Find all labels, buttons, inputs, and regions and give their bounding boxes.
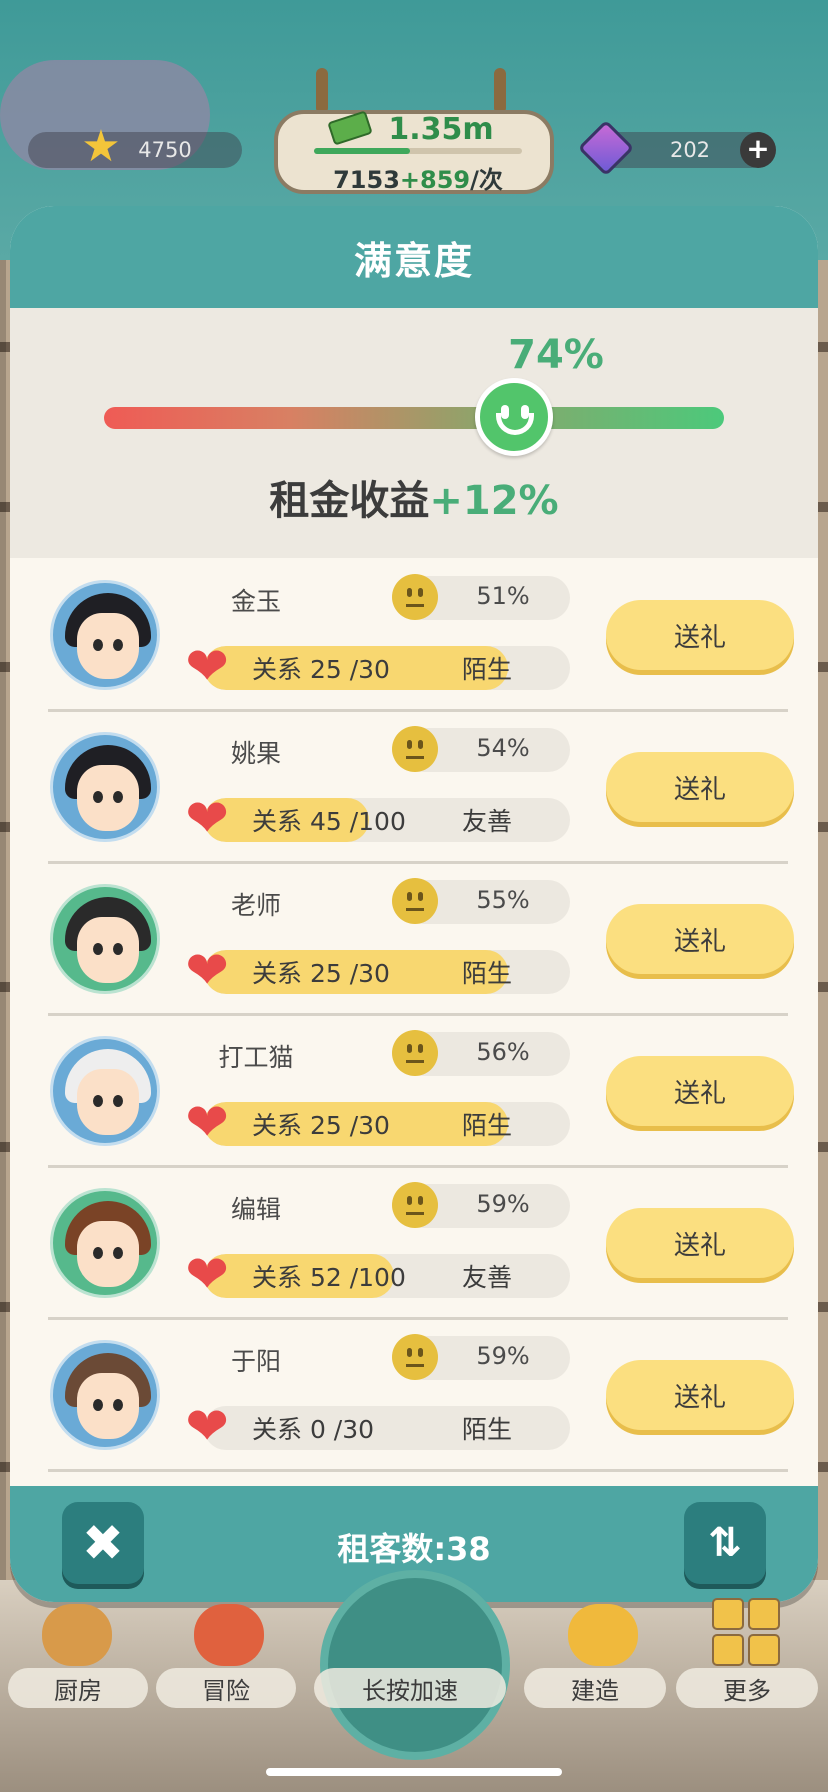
neutral-face-icon <box>392 726 438 772</box>
builder-icon[interactable] <box>568 1604 638 1666</box>
relation-status: 友善 <box>462 807 513 836</box>
dialog-header: 满意度 <box>10 206 818 308</box>
sort-button[interactable]: ⇅ <box>684 1502 766 1584</box>
tenant-name: 老师 <box>230 891 281 920</box>
tenant-name: 姚果 <box>230 739 281 768</box>
gift-button[interactable]: 送礼 <box>606 600 794 670</box>
relation-value: 关系 45 /100 <box>252 807 406 836</box>
rent-bonus-value: +12% <box>429 478 559 524</box>
tenant-mood: 56% <box>476 1038 530 1066</box>
neutral-face-icon <box>392 574 438 620</box>
nav-build[interactable]: 建造 <box>524 1668 666 1708</box>
neutral-face-icon <box>392 1030 438 1076</box>
neutral-face-icon <box>392 878 438 924</box>
satisfaction-bar <box>104 407 724 429</box>
gift-button[interactable]: 送礼 <box>606 752 794 822</box>
relation-value: 关系 0 /30 <box>252 1415 375 1444</box>
tenant-avatar <box>50 1036 160 1146</box>
tenant-name: 于阳 <box>230 1347 281 1376</box>
tenant-row: 老师 55% ❤ 关系 25 /30 陌生 送礼 <box>10 864 818 1016</box>
relation-value: 关系 25 /30 <box>252 1111 390 1140</box>
heart-icon: ❤ <box>185 1093 229 1153</box>
tenant-row: 金玉 51% ❤ 关系 25 /30 陌生 送礼 <box>10 560 818 712</box>
tenant-name: 打工猫 <box>218 1043 294 1072</box>
tenant-mood: 54% <box>476 734 530 762</box>
tenant-row: 编辑 59% ❤ 关系 52 /100 友善 送礼 <box>10 1168 818 1320</box>
tenant-avatar <box>50 732 160 842</box>
satisfaction-dialog: 满意度 74% 租金收益+12% 金玉 51% ❤ 关系 25 /30 陌生 送… <box>10 206 818 1602</box>
relation-status: 陌生 <box>462 1111 513 1140</box>
relation-value: 关系 52 /100 <box>252 1263 406 1292</box>
money-progress-fill <box>314 148 410 154</box>
money-progress-bar <box>314 148 522 154</box>
relation-status: 陌生 <box>462 959 513 988</box>
sign-rope <box>494 68 506 114</box>
row-divider <box>48 1469 788 1472</box>
dialog-title: 满意度 <box>353 238 474 283</box>
tenant-avatar <box>50 1340 160 1450</box>
tenant-mood: 51% <box>476 582 530 610</box>
sign-rope <box>316 68 328 114</box>
grid-menu-icon[interactable] <box>712 1598 782 1668</box>
heart-icon: ❤ <box>185 789 229 849</box>
cat-helmet-icon[interactable] <box>194 1604 264 1666</box>
nav-adventure[interactable]: 冒险 <box>156 1668 296 1708</box>
relation-value: 关系 25 /30 <box>252 655 390 684</box>
money-value: 1.35m <box>388 112 494 147</box>
relation-status: 友善 <box>462 1263 513 1292</box>
burger-icon[interactable] <box>42 1604 112 1666</box>
gift-button[interactable]: 送礼 <box>606 1208 794 1278</box>
tenant-name: 金玉 <box>230 587 281 616</box>
home-indicator[interactable] <box>266 1768 562 1776</box>
gift-button[interactable]: 送礼 <box>606 1056 794 1126</box>
tenant-name: 编辑 <box>230 1195 281 1224</box>
income-rate-base: 7153 <box>333 166 400 194</box>
speed-up-button[interactable] <box>320 1570 510 1760</box>
heart-icon: ❤ <box>185 637 229 697</box>
relation-value: 关系 25 /30 <box>252 959 390 988</box>
heart-icon: ❤ <box>185 1397 229 1457</box>
tenant-avatar <box>50 884 160 994</box>
gift-button[interactable]: 送礼 <box>606 1360 794 1430</box>
neutral-face-icon <box>392 1182 438 1228</box>
rent-bonus-label: 租金收益 <box>269 478 430 524</box>
tenant-row: 姚果 54% ❤ 关系 45 /100 友善 送礼 <box>10 712 818 864</box>
income-rate-plus: +859 <box>399 166 471 194</box>
relation-status: 陌生 <box>462 1415 513 1444</box>
tenant-row: 于阳 59% ❤ 关系 0 /30 陌生 送礼 <box>10 1320 818 1472</box>
heart-icon: ❤ <box>185 941 229 1001</box>
stars-counter: 4750 <box>28 132 242 168</box>
stars-value: 4750 <box>138 138 192 162</box>
tenant-mood: 55% <box>476 886 530 914</box>
tenant-avatar <box>50 580 160 690</box>
nav-more[interactable]: 更多 <box>676 1668 818 1708</box>
tenant-avatar <box>50 1188 160 1298</box>
star-icon: ★ <box>81 121 121 172</box>
income-rate: 7153+859/次 <box>294 160 542 195</box>
nav-speed[interactable]: 长按加速 <box>314 1668 506 1708</box>
heart-icon: ❤ <box>185 1245 229 1305</box>
tenant-row: 打工猫 56% ❤ 关系 25 /30 陌生 送礼 <box>10 1016 818 1168</box>
relation-status: 陌生 <box>462 655 513 684</box>
tenant-mood: 59% <box>476 1342 530 1370</box>
nav-kitchen[interactable]: 厨房 <box>8 1668 148 1708</box>
gems-value: 202 <box>669 138 711 162</box>
add-gems-button[interactable]: + <box>740 132 776 168</box>
rent-bonus: 租金收益+12% <box>10 468 818 526</box>
smile-face-icon <box>474 378 553 456</box>
satisfaction-percent: 74% <box>508 332 604 378</box>
tenant-mood: 59% <box>476 1190 530 1218</box>
income-rate-unit: /次 <box>470 166 503 194</box>
gift-button[interactable]: 送礼 <box>606 904 794 974</box>
satisfaction-panel: 74% 租金收益+12% <box>10 308 818 558</box>
neutral-face-icon <box>392 1334 438 1380</box>
